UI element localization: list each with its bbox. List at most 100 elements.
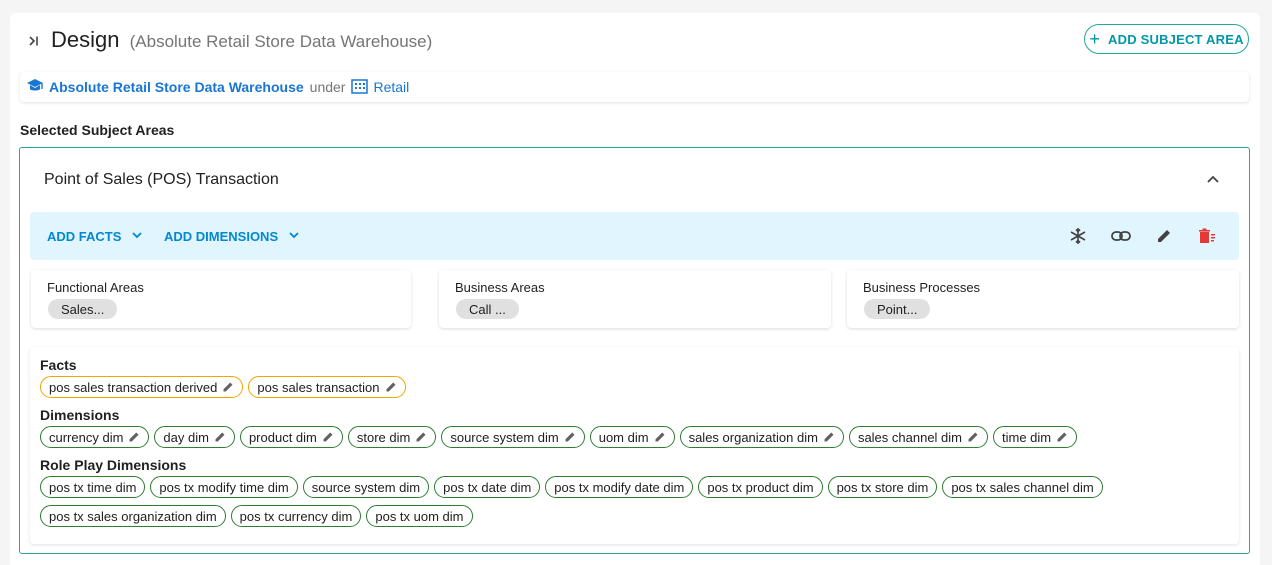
chip-label: pos tx modify date dim [554,479,685,495]
fact-chip[interactable]: pos sales transaction derived [40,376,244,398]
business-process-chip[interactable]: Point... [864,299,931,319]
business-areas-card: Business Areas Call ... [439,270,831,328]
edit-icon[interactable] [1056,431,1068,443]
functional-area-chip[interactable]: Sales... [48,299,118,319]
school-icon [26,78,44,97]
business-areas-label: Business Areas [455,280,545,295]
chevron-down-icon [288,229,300,244]
role-play-chip-row: pos tx time dim pos tx modify time dim sou… [40,476,1103,498]
dimension-chip[interactable]: pos tx modify date dim [545,476,694,498]
chip-label: pos sales transaction derived [49,379,218,395]
edit-icon[interactable] [415,431,427,443]
chip-label: store dim [356,429,411,445]
snowflake-icon[interactable] [1068,226,1088,246]
chip-label: sales channel dim [857,429,962,445]
add-dimensions-button[interactable]: ADD DIMENSIONS [164,212,300,260]
page-header: Design (Absolute Retail Store Data Wareh… [10,25,1260,57]
breadcrumb-warehouse-link[interactable]: Absolute Retail Store Data Warehouse [26,78,304,97]
dimension-chip[interactable]: pos tx product dim [698,476,823,498]
chip-label: time dim [1002,429,1052,445]
tables-card: Facts pos sales transaction derived pos s… [30,347,1239,544]
chip-label: currency dim [49,429,124,445]
edit-icon[interactable] [1154,226,1174,246]
add-facts-label: ADD FACTS [47,228,122,244]
dimension-chip[interactable]: store dim [347,426,437,448]
dimension-chip[interactable]: pos tx time dim [40,476,146,498]
page-subtitle: (Absolute Retail Store Data Warehouse) [129,32,433,51]
facts-chip-row: pos sales transaction derived pos sales t… [40,376,406,398]
functional-areas-card: Functional Areas Sales... [31,270,411,328]
breadcrumb-parent-link[interactable]: Retail [351,78,409,97]
edit-icon[interactable] [222,381,234,393]
dimension-chip[interactable]: sales channel dim [848,426,988,448]
dimension-chip[interactable]: pos tx store dim [827,476,938,498]
edit-icon[interactable] [385,381,397,393]
edit-icon[interactable] [967,431,979,443]
dimension-chip[interactable]: uom dim [589,426,675,448]
role-play-dimensions-label: Role Play Dimensions [40,457,187,473]
chip-label: source system dim [450,429,559,445]
fact-chip[interactable]: pos sales transaction [248,376,406,398]
dimension-chip[interactable]: product dim [239,426,343,448]
subject-area-title: Point of Sales (POS) Transaction [44,171,279,188]
chip-label: sales organization dim [688,429,818,445]
subject-area-card: Point of Sales (POS) Transaction ADD FAC… [19,147,1250,554]
chip-label: product dim [248,429,317,445]
dimensions-chip-row: currency dim day dim product dim store dim s… [40,426,1078,448]
dimension-chip[interactable]: sales organization dim [679,426,844,448]
edit-icon[interactable] [823,431,835,443]
design-page: Design (Absolute Retail Store Data Wareh… [10,13,1260,565]
chip-label: pos tx modify time dim [159,479,289,495]
breadcrumb-warehouse: Absolute Retail Store Data Warehouse [49,79,304,95]
expand-panel-icon[interactable] [26,33,42,49]
edit-icon[interactable] [128,431,140,443]
building-icon [351,78,369,97]
dimension-chip[interactable]: pos tx currency dim [230,505,362,527]
dimension-chip[interactable]: pos tx date dim [434,476,541,498]
subject-toolbar: ADD FACTS ADD DIMENSIONS [30,212,1239,260]
business-processes-label: Business Processes [863,280,981,295]
business-area-chip[interactable]: Call ... [456,299,519,319]
page-title-text: Design [51,27,120,52]
functional-areas-label: Functional Areas [47,280,144,295]
chevron-up-icon[interactable] [1205,172,1221,188]
breadcrumb-under: under [309,79,346,95]
business-processes-card: Business Processes Point... [847,270,1239,328]
dimension-chip[interactable]: time dim [993,426,1078,448]
dimension-chip[interactable]: currency dim [40,426,150,448]
edit-icon[interactable] [214,431,226,443]
chip-label: source system dim [311,479,421,495]
edit-icon[interactable] [564,431,576,443]
add-facts-button[interactable]: ADD FACTS [47,212,143,260]
dimension-chip[interactable]: day dim [154,426,235,448]
selected-subject-areas-label: Selected Subject Areas [20,122,175,138]
add-subject-area-label: ADD SUBJECT AREA [1108,31,1244,47]
dimension-chip[interactable]: source system dim [302,476,430,498]
breadcrumb: Absolute Retail Store Data Warehouse und… [20,72,1249,102]
dimension-chip[interactable]: pos tx sales organization dim [40,505,226,527]
chevron-down-icon [131,229,143,244]
edit-icon[interactable] [654,431,666,443]
dimension-chip[interactable]: pos tx sales channel dim [942,476,1103,498]
breadcrumb-parent: Retail [373,79,410,95]
chip-label: pos tx store dim [836,479,929,495]
chip-label: pos tx currency dim [239,508,353,524]
add-dimensions-label: ADD DIMENSIONS [164,228,279,244]
chip-label: pos tx uom dim [375,508,464,524]
facts-label: Facts [40,357,77,373]
edit-icon[interactable] [322,431,334,443]
chip-label: pos tx date dim [443,479,532,495]
chip-label: pos tx product dim [707,479,814,495]
dimension-chip[interactable]: pos tx uom dim [366,505,473,527]
plus-icon: + [1089,29,1101,49]
chip-label: pos tx sales organization dim [49,508,217,524]
link-icon[interactable] [1111,226,1131,246]
add-subject-area-button[interactable]: + ADD SUBJECT AREA [1084,24,1249,54]
page-title: Design (Absolute Retail Store Data Wareh… [51,25,432,57]
dimension-chip[interactable]: source system dim [441,426,585,448]
role-play-chip-row: pos tx sales organization dim pos tx curr… [40,505,473,527]
chip-label: day dim [163,429,209,445]
delete-icon[interactable] [1197,226,1217,246]
chip-label: uom dim [598,429,649,445]
dimension-chip[interactable]: pos tx modify time dim [150,476,298,498]
